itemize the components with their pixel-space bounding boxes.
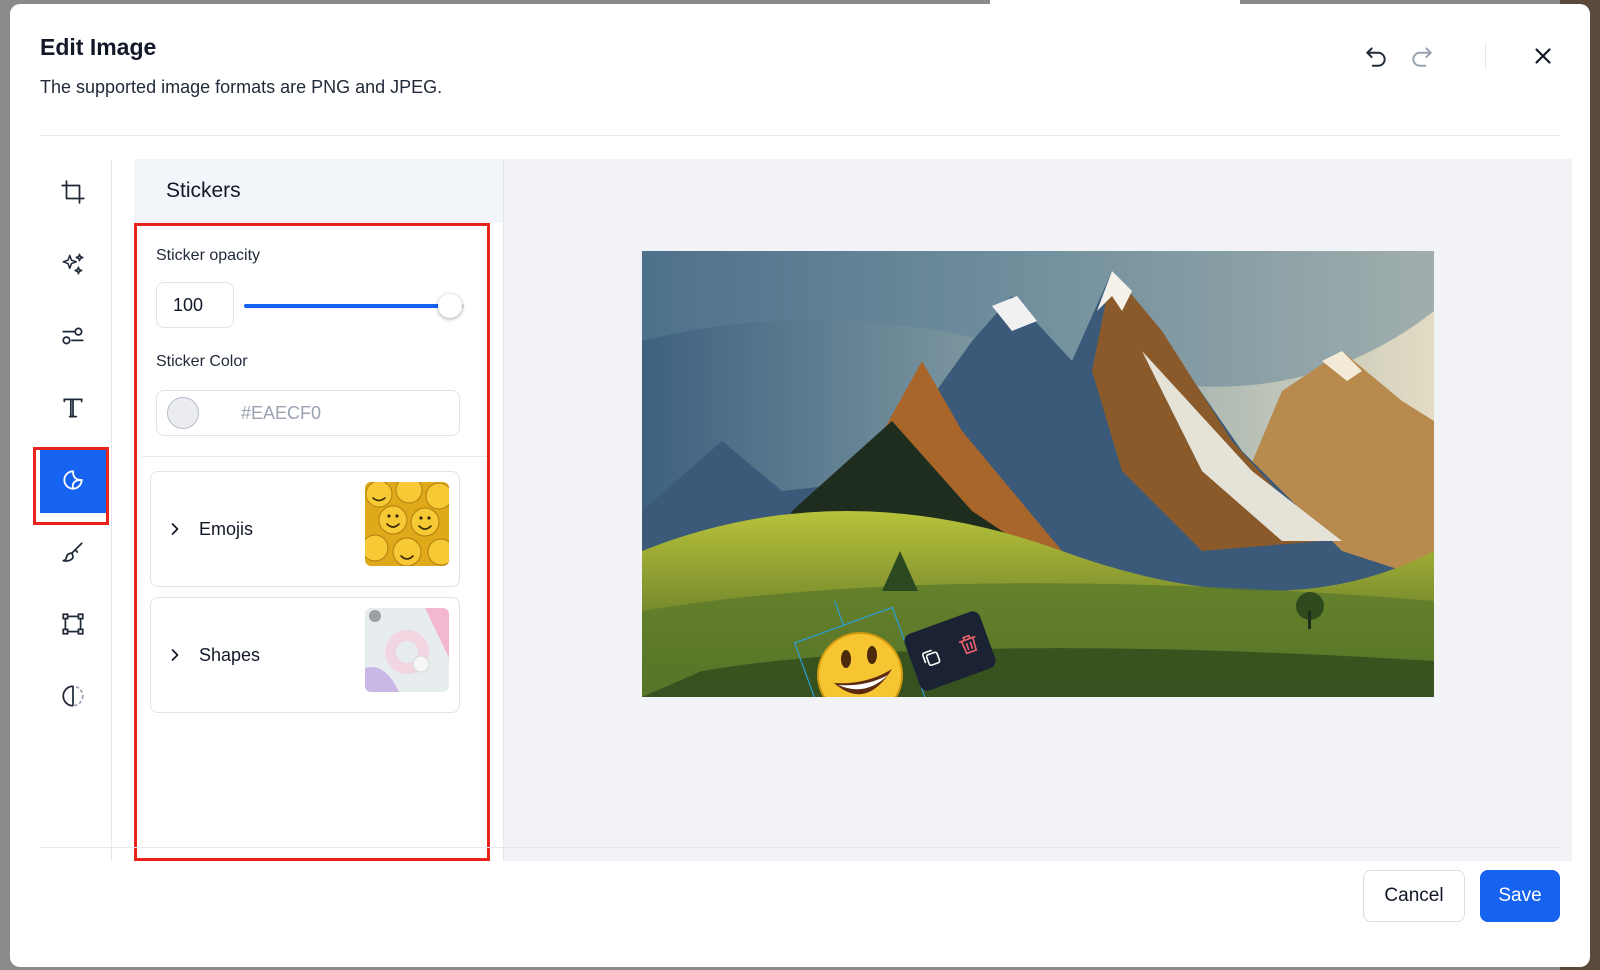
panel-divider xyxy=(142,456,489,457)
sparkles-icon xyxy=(62,253,84,275)
sliders-icon xyxy=(62,327,84,345)
redo-button[interactable] xyxy=(1405,39,1439,73)
edited-image[interactable] xyxy=(642,251,1434,697)
tool-resize[interactable] xyxy=(40,591,106,657)
active-tool-highlight xyxy=(33,447,109,525)
sticker-opacity-slider[interactable] xyxy=(244,294,464,318)
dialog-footer: Cancel Save xyxy=(40,847,1560,967)
shapes-category[interactable]: Shapes xyxy=(150,597,460,713)
sticker-color-field[interactable]: #EAECF0 xyxy=(156,390,460,436)
tool-adjust[interactable] xyxy=(40,303,106,369)
save-button[interactable]: Save xyxy=(1480,870,1560,922)
close-icon xyxy=(1535,48,1551,64)
emojis-category[interactable]: Emojis xyxy=(150,471,460,587)
contrast-icon xyxy=(62,685,84,707)
color-hex-value: #EAECF0 xyxy=(241,402,322,423)
trash-icon[interactable] xyxy=(953,629,984,660)
header-divider xyxy=(1485,42,1486,70)
dialog-title: Edit Image xyxy=(40,34,157,60)
sticker-opacity-input[interactable]: 100 xyxy=(156,282,234,328)
header-actions xyxy=(1359,34,1560,78)
undo-button[interactable] xyxy=(1359,39,1393,73)
shapes-label: Shapes xyxy=(199,644,261,665)
edit-image-dialog: Edit Image The supported image formats a… xyxy=(10,4,1590,967)
shapes-thumbnail xyxy=(365,608,449,692)
dialog-subtitle: The supported image formats are PNG and … xyxy=(40,77,443,97)
slider-thumb[interactable] xyxy=(438,294,462,318)
tool-text[interactable] xyxy=(40,375,106,441)
emojis-label: Emojis xyxy=(199,518,254,539)
dialog-header: Edit Image The supported image formats a… xyxy=(40,34,1560,136)
sticker-color-label: Sticker Color xyxy=(156,353,248,370)
tool-crop[interactable] xyxy=(40,159,106,225)
chevron-right-icon xyxy=(171,649,179,661)
redo-icon xyxy=(1412,47,1432,67)
text-icon xyxy=(63,398,83,418)
stickers-panel: Stickers Sticker opacity 100 Sticker Col… xyxy=(134,159,504,861)
cancel-button[interactable]: Cancel xyxy=(1363,870,1465,922)
duplicate-icon[interactable] xyxy=(916,642,947,673)
close-button[interactable] xyxy=(1526,39,1560,73)
crop-icon xyxy=(61,180,85,204)
brush-icon xyxy=(62,542,83,562)
panel-title: Stickers xyxy=(134,159,503,223)
chevron-right-icon xyxy=(171,523,179,535)
color-swatch[interactable] xyxy=(167,397,199,429)
frame-icon xyxy=(62,613,84,635)
tool-draw[interactable] xyxy=(40,519,106,585)
image-canvas xyxy=(504,159,1572,861)
undo-icon xyxy=(1366,47,1386,67)
tool-contrast[interactable] xyxy=(40,663,106,729)
sticker-opacity-label: Sticker opacity xyxy=(156,247,261,264)
slider-fill xyxy=(244,304,450,308)
tool-filters[interactable] xyxy=(40,231,106,297)
emojis-thumbnail xyxy=(365,482,449,566)
